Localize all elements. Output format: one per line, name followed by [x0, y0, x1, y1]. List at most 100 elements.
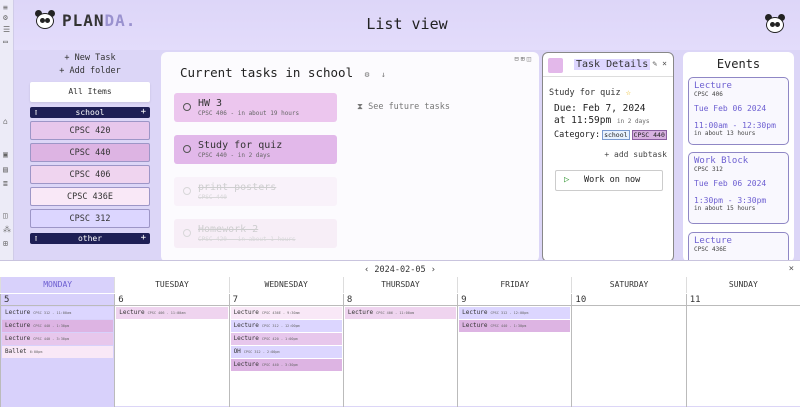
day-header: WEDNESDAY — [228, 277, 343, 293]
calendar-event-detail: CPSC 312 - 12:00pm — [490, 311, 529, 315]
task-details-panel: Task Details ✎ × Study for quiz ☆ Due: F… — [542, 52, 674, 262]
folder-name: other — [77, 234, 103, 243]
task-checkbox-icon[interactable] — [183, 145, 191, 153]
day-number: 9 — [458, 294, 572, 306]
calendar-event[interactable]: Ballet 6:00pm — [2, 346, 114, 358]
calendar-event-label: Lecture — [462, 309, 488, 316]
calendar-event[interactable]: Lecture CPSC 436E - 9:30am — [230, 307, 342, 319]
add-course-icon[interactable]: + — [141, 107, 146, 118]
box-icon[interactable]: ▣ — [3, 151, 8, 159]
event-card[interactable]: Work Block CPSC 312 Tue Feb 06 2024 1:30pm … — [688, 152, 789, 224]
view-toggle-icons[interactable]: ⊟⊞◫ — [514, 55, 533, 63]
calendar-event-detail: CPSC 312 - 2:00pm — [243, 350, 280, 354]
list-icon[interactable]: ☰ — [3, 26, 10, 34]
new-task-link[interactable]: + New Task — [30, 52, 150, 65]
task-name: Study for quiz — [549, 88, 621, 98]
calendar-event-detail: CPSC 436E - 9:30am — [261, 311, 300, 315]
calendar-event[interactable]: Lecture CPSC 406 - 11:00am — [116, 307, 228, 319]
task-item[interactable]: print posters CPSC 440 — [174, 177, 337, 206]
lines-icon[interactable]: ≣ — [3, 180, 8, 188]
calendar-event-label: Lecture — [5, 335, 31, 342]
day-column[interactable]: 6 Lecture CPSC 406 - 11:00am — [114, 294, 229, 407]
course-item[interactable]: CPSC 436E — [30, 187, 150, 206]
event-time: 1:30pm - 3:30pm — [694, 196, 767, 205]
events-title: Events — [716, 57, 761, 71]
event-card[interactable]: Lecture CPSC 406 Tue Feb 06 2024 11:00am - … — [688, 77, 789, 145]
day-column[interactable]: 7 Lecture CPSC 436E - 9:30am Lecture CPSC 31… — [228, 294, 343, 407]
star-icon[interactable]: ☆ — [626, 88, 631, 98]
panda-avatar-icon[interactable] — [764, 14, 786, 34]
menu-icon[interactable]: ≡ — [3, 4, 8, 12]
calendar-event-detail: CPSC 406 - 11:00am — [147, 311, 186, 315]
calendar-event[interactable]: Lecture CPSC 312 - 11:00am — [2, 307, 114, 319]
details-header: Task Details — [574, 59, 651, 70]
course-item[interactable]: CPSC 406 — [30, 165, 150, 184]
calendar-event[interactable]: Lecture CPSC 420 - 1:00pm — [230, 333, 342, 345]
task-checkbox-icon[interactable] — [183, 103, 191, 111]
event-card[interactable]: Lecture CPSC 436E — [688, 232, 789, 262]
calendar-event[interactable]: Lecture CPSC 440 - 3:30pm — [230, 359, 342, 371]
day-column[interactable]: 8 Lecture CPSC 406 - 11:00am — [342, 294, 458, 407]
all-items-button[interactable]: All Items — [30, 82, 150, 102]
play-icon: ▷ — [564, 175, 570, 185]
add-subtask-button[interactable]: + add subtask — [604, 150, 667, 159]
course-item[interactable]: CPSC 440 — [30, 143, 150, 162]
calendar-event[interactable]: OH CPSC 312 - 2:00pm — [230, 346, 342, 358]
event-relative: in about 13 hours — [694, 130, 756, 137]
calendar-event[interactable]: Lecture CPSC 312 - 12:00pm — [230, 320, 342, 332]
day-column[interactable]: 5 Lecture CPSC 312 - 11:00am Lecture CPSC 44… — [0, 294, 115, 407]
next-week-icon[interactable]: › — [431, 265, 436, 275]
course-item[interactable]: CPSC 420 — [30, 121, 150, 140]
edit-icon[interactable]: ✎ — [653, 59, 658, 68]
add-course-icon[interactable]: + — [141, 233, 146, 244]
gear-icon[interactable]: ⚙ — [3, 14, 8, 22]
day-column[interactable]: 9 Lecture CPSC 312 - 12:00pm Lecture CPSC 44… — [457, 294, 572, 407]
add-folder-link[interactable]: + Add folder — [30, 65, 150, 78]
event-relative: in about 15 hours — [694, 205, 756, 212]
calendar-event[interactable]: Lecture CPSC 312 - 12:00pm — [459, 307, 571, 319]
grid-icon[interactable]: ⊞ — [3, 240, 8, 248]
event-name: Lecture — [694, 236, 732, 246]
task-meta: CPSC 440 - in 2 days — [198, 152, 271, 159]
task-checkbox-icon[interactable] — [183, 229, 191, 237]
course-item[interactable]: CPSC 312 — [30, 209, 150, 228]
tag-school[interactable]: school — [602, 130, 630, 140]
task-title: Homework 2 — [198, 224, 259, 235]
event-course: CPSC 436E — [694, 246, 727, 253]
calendar-event-detail: CPSC 440 - 1:30pm — [490, 324, 527, 328]
see-future-tasks-link[interactable]: ⧗ See future tasks — [357, 102, 450, 112]
calendar-event[interactable]: Lecture CPSC 440 - 3:30pm — [2, 333, 114, 345]
task-color-swatch[interactable] — [548, 58, 563, 73]
task-item[interactable]: HW 3 CPSC 406 - in about 19 hours — [174, 93, 337, 122]
folder-header-other[interactable]: ▯ other + — [30, 233, 150, 244]
sparkle-icon[interactable]: ⁂ — [3, 226, 11, 234]
calendar-event-label: Lecture — [347, 309, 374, 316]
calendar-event-label: Lecture — [462, 322, 488, 329]
day-column[interactable]: 10 — [571, 294, 686, 407]
task-item[interactable]: Study for quiz CPSC 440 - in 2 days — [174, 135, 337, 164]
home-icon[interactable]: ⌂ — [3, 118, 8, 126]
work-on-now-button[interactable]: ▷ Work on now — [555, 170, 663, 191]
calendar-event[interactable]: Lecture CPSC 440 - 1:30pm — [459, 320, 571, 332]
task-item[interactable]: Homework 2 CPSC 420 - in about 1 hours — [174, 219, 337, 248]
task-meta: CPSC 420 - in about 1 hours — [198, 236, 296, 243]
close-icon[interactable]: × — [662, 59, 667, 68]
calendar-event[interactable]: Lecture CPSC 406 - 11:00am — [344, 307, 457, 319]
day-column[interactable]: 11 — [685, 294, 800, 407]
tag-course[interactable]: CPSC 440 — [631, 130, 667, 140]
future-label: See future tasks — [368, 102, 450, 112]
panel-icon[interactable]: ▭ — [3, 38, 8, 46]
sort-down-icon[interactable]: ↓ — [381, 70, 386, 79]
event-course: CPSC 312 — [694, 166, 723, 173]
doc-icon[interactable]: ▤ — [3, 166, 8, 174]
task-checkbox-icon[interactable] — [183, 187, 191, 195]
monitor-icon[interactable]: ◫ — [3, 212, 8, 220]
settings-icon[interactable]: ⚙ — [365, 70, 370, 79]
folder-header-school[interactable]: ▯ school + — [30, 107, 150, 118]
list-title: Current tasks in school — [180, 65, 354, 80]
prev-week-icon[interactable]: ‹ — [364, 265, 369, 275]
close-calendar-icon[interactable]: × — [789, 264, 794, 274]
folder-icon: ▯ — [34, 108, 39, 116]
calendar-event[interactable]: Lecture CPSC 440 - 1:30pm — [2, 320, 114, 332]
day-number: 6 — [115, 294, 229, 306]
